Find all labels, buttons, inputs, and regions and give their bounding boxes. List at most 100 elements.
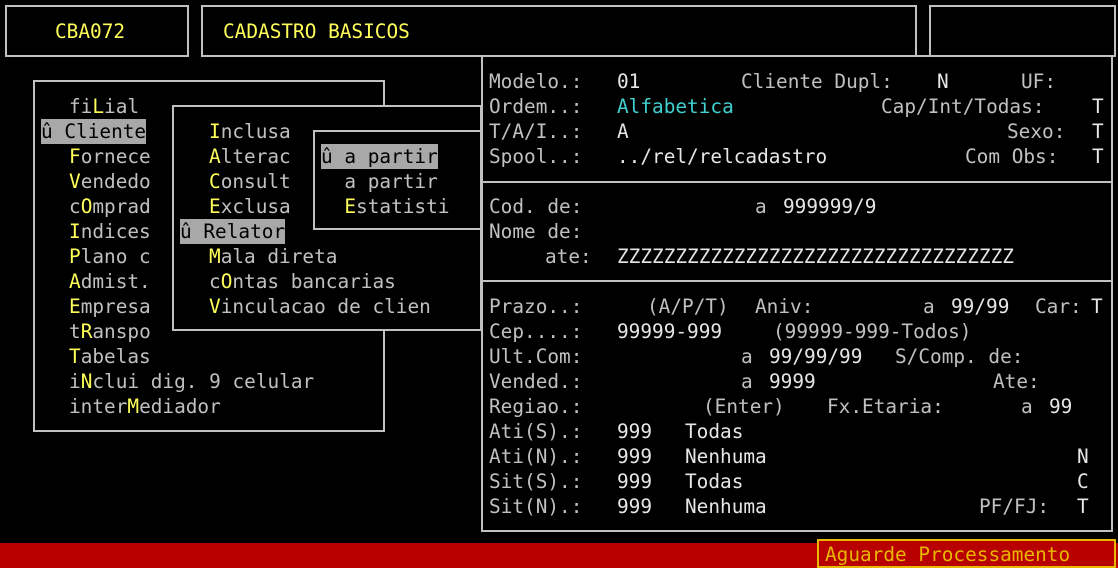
main-menu-item-prefix: c xyxy=(69,195,81,218)
main-menu-item[interactable]: Empresa xyxy=(69,294,151,319)
prazo-hint: (A/P/T) xyxy=(647,295,729,318)
cod-field[interactable]: 999999/9 xyxy=(783,194,876,219)
main-menu-item-hotkey: L xyxy=(92,95,105,118)
submenu-item[interactable]: Consult xyxy=(209,169,291,194)
relatorio-submenu: û a partir a partir Estatisti xyxy=(313,130,482,230)
main-menu-item-prefix: û xyxy=(41,120,65,143)
scomp-label: S/Comp. de: xyxy=(895,345,1024,368)
main-menu-item[interactable]: iNclui dig. 9 celular xyxy=(69,369,314,394)
cap-field[interactable]: T xyxy=(1092,94,1104,119)
main-menu-item-hotkey: O xyxy=(80,195,93,218)
spool-field[interactable]: ../rel/relcadastro xyxy=(617,144,827,169)
submenu-item-label: ntas bancarias xyxy=(232,270,396,293)
page-title: CADASTRO BASICOS xyxy=(223,20,410,43)
submenu2-item[interactable]: Estatisti xyxy=(321,194,449,219)
nome-label: Nome de: xyxy=(489,220,583,243)
main-menu-item[interactable]: interMediador xyxy=(69,394,221,419)
atin-flag[interactable]: N xyxy=(1077,444,1089,469)
main-menu-item[interactable]: Fornece xyxy=(69,144,151,169)
main-menu-item-label: liente xyxy=(76,120,147,143)
main-menu-item[interactable]: fiLial xyxy=(69,94,139,119)
main-menu-item-hotkey: M xyxy=(127,395,140,418)
main-menu-item-label: lano c xyxy=(80,245,151,268)
ultcom-label: Ult.Com: xyxy=(489,345,583,368)
main-menu-item[interactable]: û Cliente xyxy=(41,119,147,144)
aniv-label: Aniv: xyxy=(755,295,814,318)
spool-label: Spool..: xyxy=(489,145,583,168)
main-menu-item-hotkey: R xyxy=(80,320,93,343)
main-menu-item[interactable]: Plano c xyxy=(69,244,151,269)
main-menu-item[interactable]: Indices xyxy=(69,219,151,244)
submenu2-item-label: statisti xyxy=(356,195,450,218)
tai-field[interactable]: A xyxy=(617,119,629,144)
pffj-label: PF/FJ: xyxy=(979,495,1050,518)
ultcom-field[interactable]: 99/99/99 xyxy=(769,344,862,369)
submenu2-item-label: a partir xyxy=(344,170,438,193)
modelo-field[interactable]: 01 xyxy=(617,69,640,94)
fxetaria-label: Fx.Etaria: xyxy=(827,395,944,418)
submenu-item[interactable]: û Relator xyxy=(180,219,286,244)
sitn-field[interactable]: 999 xyxy=(617,494,652,519)
com-obs-field[interactable]: T xyxy=(1092,144,1104,169)
sitn-label: Sit(N).: xyxy=(489,495,583,518)
main-menu-item-hotkey: C xyxy=(64,120,77,143)
vended-a-label: a xyxy=(741,370,753,393)
sitn-desc: Nenhuma xyxy=(685,495,767,518)
ordem-field[interactable]: Alfabetica xyxy=(617,94,734,119)
vended-label: Vended.: xyxy=(489,370,583,393)
ate-field[interactable]: ZZZZZZZZZZZZZZZZZZZZZZZZZZZZZZZZZZ xyxy=(617,244,1014,269)
submenu-item[interactable]: Exclusa xyxy=(209,194,291,219)
submenu-item-hotkey: A xyxy=(209,145,221,168)
modelo-label: Modelo.: xyxy=(489,70,583,93)
main-menu-item-label: dmist. xyxy=(80,270,151,293)
regiao-hint: (Enter) xyxy=(703,395,785,418)
submenu-item-hotkey: M xyxy=(209,245,221,268)
program-code: CBA072 xyxy=(55,20,126,43)
submenu2-item-hotkey: E xyxy=(344,195,357,218)
submenu-item-label: ala direta xyxy=(220,245,338,268)
atin-field[interactable]: 999 xyxy=(617,444,652,469)
aniv-field[interactable]: 99/99 xyxy=(951,294,1009,319)
submenu-item-hotkey: O xyxy=(220,270,233,293)
fxetaria-field[interactable]: 99 xyxy=(1049,394,1072,419)
submenu-item[interactable]: Vinculacao de clien xyxy=(209,294,431,319)
atis-label: Ati(S).: xyxy=(489,420,583,443)
submenu2-item[interactable]: û a partir xyxy=(321,144,438,169)
main-menu-item[interactable]: tRanspo xyxy=(69,319,151,344)
sits-desc: Todas xyxy=(685,470,744,493)
submenu2-item-prefix xyxy=(321,195,344,218)
submenu2-item[interactable]: a partir xyxy=(321,169,438,194)
cliente-dupl-field[interactable]: N xyxy=(937,69,949,94)
main-menu-item[interactable]: Admist. xyxy=(69,269,151,294)
sexo-field[interactable]: T xyxy=(1092,119,1104,144)
sits-field[interactable]: 999 xyxy=(617,469,652,494)
main-menu-item[interactable]: cOmprad xyxy=(69,194,151,219)
main-menu-item-label: abelas xyxy=(80,345,151,368)
submenu-item-prefix: c xyxy=(209,270,221,293)
cod-a-label: a xyxy=(755,195,767,218)
pffj-field[interactable]: T xyxy=(1077,494,1089,519)
ordem-label: Ordem..: xyxy=(489,95,583,118)
submenu-item[interactable]: Mala direta xyxy=(209,244,337,269)
main-menu-item-label: ediador xyxy=(139,395,221,418)
vended-field[interactable]: 9999 xyxy=(769,369,816,394)
cep-label: Cep....: xyxy=(489,320,583,343)
submenu-item[interactable]: Alterac xyxy=(209,144,291,169)
cep-field[interactable]: 99999-999 xyxy=(617,319,722,344)
prazo-label: Prazo..: xyxy=(489,295,583,318)
submenu-item[interactable]: Inclusa xyxy=(209,119,291,144)
atis-field[interactable]: 999 xyxy=(617,419,652,444)
atin-desc: Nenhuma xyxy=(685,445,767,468)
main-menu-item-prefix: i xyxy=(69,370,81,393)
sits-flag[interactable]: C xyxy=(1077,469,1089,494)
main-menu-item[interactable]: Vendedo xyxy=(69,169,151,194)
submenu-item-hotkey: E xyxy=(209,195,221,218)
submenu-item[interactable]: cOntas bancarias xyxy=(209,269,396,294)
submenu-item-label: elator xyxy=(215,220,286,243)
title-box: CADASTRO BASICOS xyxy=(201,5,917,57)
submenu-item-label: lterac xyxy=(220,145,291,168)
car-field[interactable]: T xyxy=(1091,294,1103,319)
aniv-a-label: a xyxy=(923,295,935,318)
main-menu-item-label: ornece xyxy=(80,145,151,168)
main-menu-item[interactable]: Tabelas xyxy=(69,344,151,369)
